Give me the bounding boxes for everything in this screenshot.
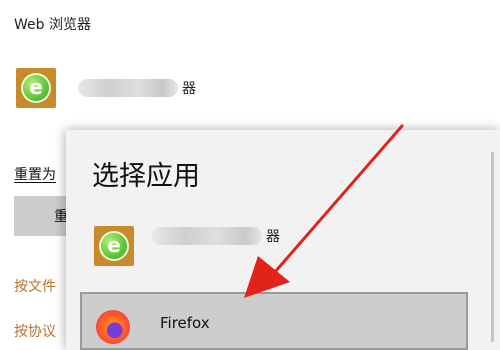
reset-button[interactable]: 重 (14, 196, 74, 236)
dialog-title: 选择应用 (92, 161, 200, 192)
default-browser-button[interactable]: e 器 (16, 62, 196, 114)
app-name-suffix: 器 (182, 81, 196, 97)
reset-label: 重置为 (14, 167, 56, 183)
choose-app-dialog: 选择应用 e 器 Firefox (66, 130, 500, 350)
ie-green-icon: e (94, 226, 134, 266)
ie-green-icon: e (16, 68, 56, 108)
link-by-file-type[interactable]: 按文件 (14, 276, 56, 296)
app-name-suffix: 器 (266, 229, 280, 245)
app-option-browser[interactable]: e 器 (94, 226, 280, 266)
firefox-label: Firefox (160, 314, 210, 332)
scrollbar[interactable] (491, 152, 494, 342)
app-option-firefox[interactable]: Firefox (80, 292, 468, 350)
section-title: Web 浏览器 (14, 17, 91, 33)
blurred-app-name (152, 227, 262, 245)
firefox-icon (96, 310, 130, 344)
link-by-protocol[interactable]: 按协议 (14, 321, 56, 341)
blurred-app-name (78, 79, 178, 97)
